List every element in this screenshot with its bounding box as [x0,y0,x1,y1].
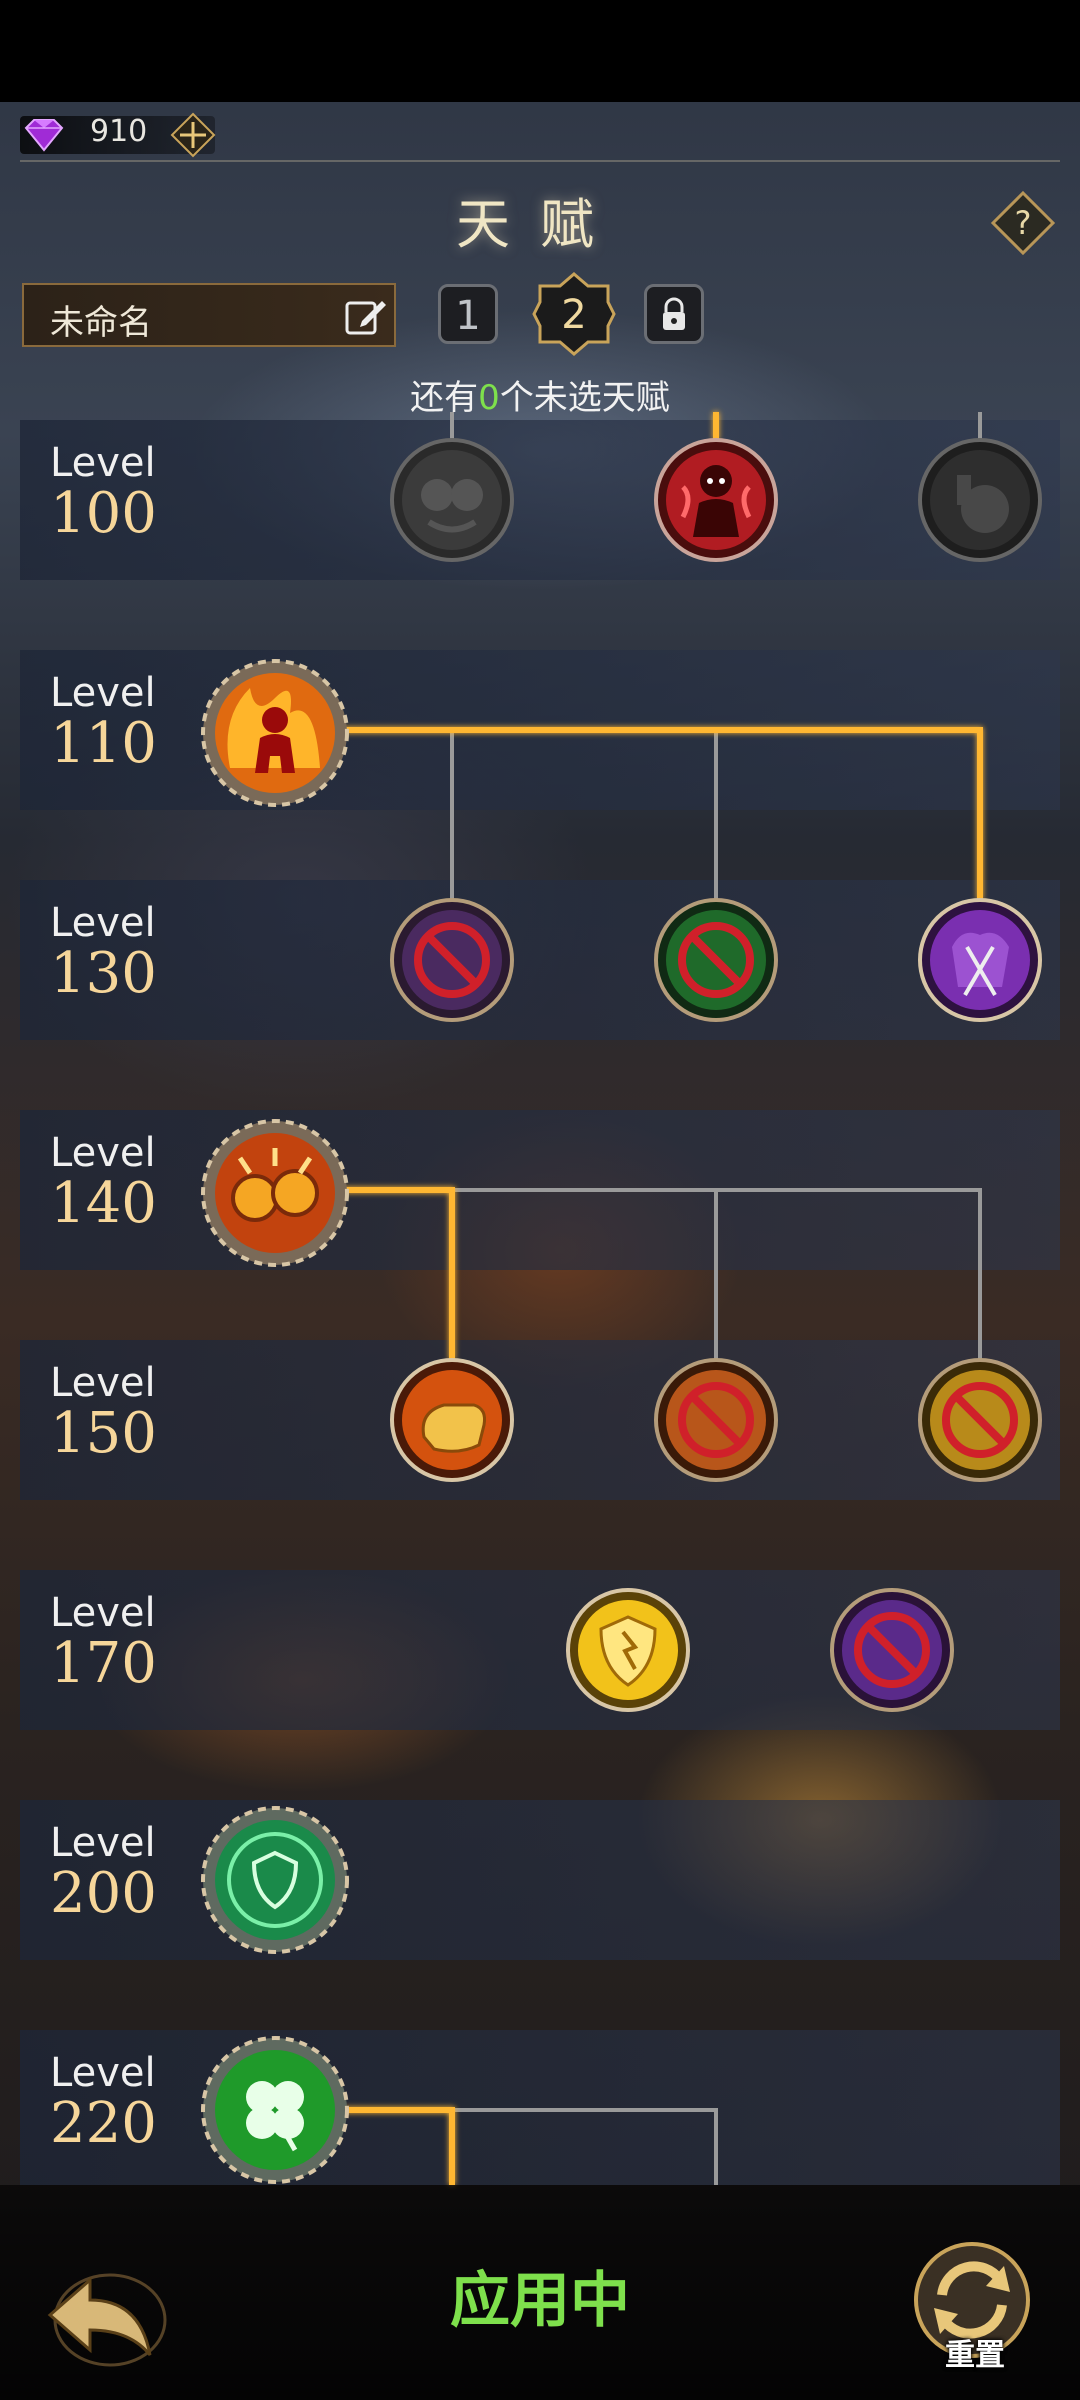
svg-text:?: ? [1015,204,1032,242]
build-name-field[interactable]: 未命名 [22,283,396,347]
talent-100-red-figure-icon[interactable] [653,437,779,563]
remaining-talents-text: 还有0个未选天赋 [410,378,670,418]
talent-150-disabled-orange-icon[interactable] [653,1357,779,1483]
talent-130-purple-swords-icon[interactable] [917,897,1043,1023]
build-slot-locked[interactable] [644,284,704,344]
talent-150-disabled-gold-icon[interactable] [917,1357,1043,1483]
level-row-220: Level 220 [20,2030,1060,2185]
help-button[interactable]: ? [990,190,1056,256]
level-row-130: Level 130 [20,880,1060,1040]
level-number: 170 [50,1631,157,1696]
level-row-110: Level 110 [20,650,1060,810]
level-number: 200 [50,1861,157,1926]
applying-status: 应用中 [450,2266,630,2336]
talent-170-gold-shield-icon[interactable] [565,1587,691,1713]
talent-130-disabled-green-icon[interactable] [653,897,779,1023]
level-number: 220 [50,2091,157,2156]
purple-gem-icon [24,119,64,152]
level-row-150: Level 150 [20,1340,1060,1500]
level-row-140: Level 140 [20,1110,1060,1270]
lock-icon [663,297,685,330]
build-slot-1[interactable]: 1 [438,284,498,344]
level-number: 140 [50,1171,157,1236]
level-number: 150 [50,1401,157,1466]
talent-140-fire-gears-icon[interactable] [200,1118,350,1268]
talent-100-locked-bomb-icon[interactable] [917,437,1043,563]
talent-150-fist-icon[interactable] [389,1357,515,1483]
level-row-200: Level 200 [20,1800,1060,1960]
add-currency-button[interactable] [170,112,216,158]
build-slot-2-active[interactable]: 2 [532,272,616,356]
reset-button-label[interactable]: 重置 [930,2330,1020,2374]
page-title: 天赋 [456,193,624,256]
currency-amount: 910 [90,114,148,149]
remaining-count: 0 [478,378,500,418]
talent-200-green-shield-icon[interactable] [200,1805,350,1955]
back-arrow-button[interactable] [30,2245,170,2375]
talent-170-disabled-purple-shield-icon[interactable] [829,1587,955,1713]
svg-text:2: 2 [561,292,586,338]
level-number: 110 [50,711,157,776]
talent-100-locked-icon[interactable] [389,437,515,563]
talent-130-disabled-purple-icon[interactable] [389,897,515,1023]
level-row-100: Level 100 [20,420,1060,580]
level-number: 130 [50,941,157,1006]
divider [20,160,1060,162]
build-name-text: 未命名 [50,303,152,343]
talent-110-fire-figure-icon[interactable] [200,658,350,808]
status-bar [0,0,1080,102]
level-number: 100 [50,481,157,546]
edit-icon[interactable] [344,295,388,337]
talent-220-clover-icon[interactable] [200,2035,350,2185]
